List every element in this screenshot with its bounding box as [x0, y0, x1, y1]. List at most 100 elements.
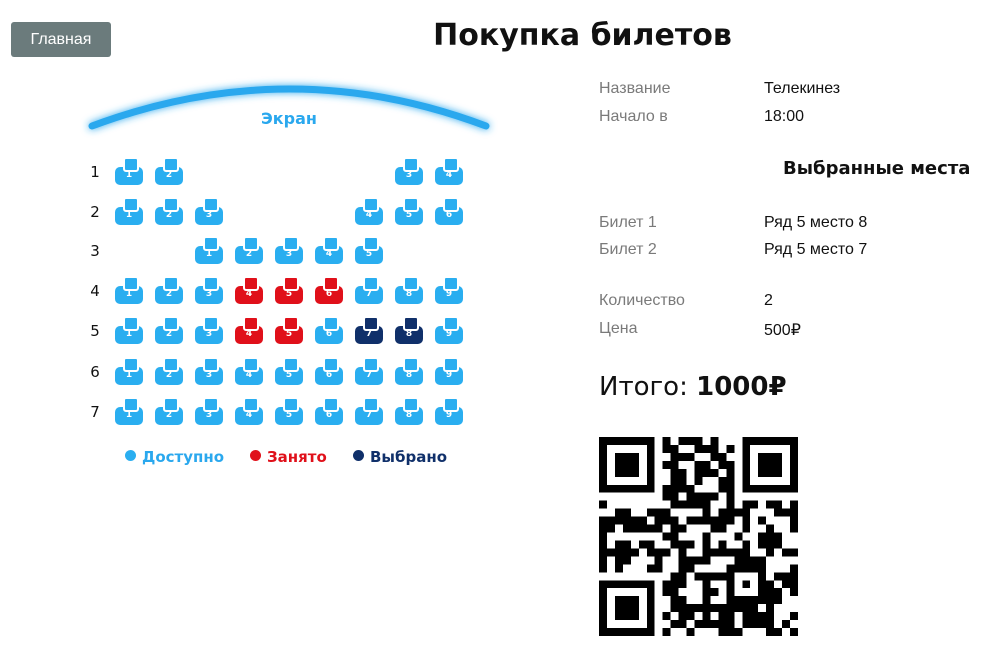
- seat-available[interactable]: 2: [155, 397, 183, 425]
- seat-available[interactable]: 1: [195, 236, 223, 264]
- selected-dot-icon: [353, 450, 364, 461]
- total-label: Итого:: [599, 372, 688, 402]
- seat-available[interactable]: 8: [395, 357, 423, 385]
- seat-number: 7: [365, 289, 373, 299]
- seat-number: 5: [365, 249, 373, 259]
- seat-number: 1: [125, 210, 133, 220]
- row-label: 2: [90, 203, 100, 221]
- seat-available[interactable]: 1: [115, 157, 143, 185]
- seat-available[interactable]: 2: [155, 276, 183, 304]
- seat-available[interactable]: 3: [395, 157, 423, 185]
- seat-available[interactable]: 6: [315, 397, 343, 425]
- seat-number: 7: [365, 329, 373, 339]
- seat-taken: 5: [275, 316, 303, 344]
- seat-number: 7: [365, 410, 373, 420]
- row-label: 7: [90, 403, 100, 421]
- seat-number: 5: [405, 210, 413, 220]
- price-label: Цена: [599, 320, 638, 337]
- seat-number: 4: [245, 370, 253, 380]
- seat-available[interactable]: 7: [355, 397, 383, 425]
- page-title: Покупка билетов: [433, 18, 732, 53]
- seat-number: 3: [205, 329, 213, 339]
- seat-number: 3: [405, 170, 413, 180]
- seat-available[interactable]: 3: [195, 357, 223, 385]
- seat-available[interactable]: 6: [315, 316, 343, 344]
- seat-available[interactable]: 5: [275, 357, 303, 385]
- seat-number: 3: [285, 249, 293, 259]
- seat-available[interactable]: 3: [195, 397, 223, 425]
- seat-available[interactable]: 9: [435, 276, 463, 304]
- seat-number: 8: [405, 289, 413, 299]
- seat-number: 1: [205, 249, 213, 259]
- seat-available[interactable]: 8: [395, 397, 423, 425]
- seat-available[interactable]: 3: [195, 276, 223, 304]
- seat-number: 1: [125, 370, 133, 380]
- qr-code-icon: [599, 437, 798, 636]
- seat-number: 5: [285, 410, 293, 420]
- seat-available[interactable]: 1: [115, 316, 143, 344]
- seat-number: 3: [205, 289, 213, 299]
- seat-available[interactable]: 3: [275, 236, 303, 264]
- seat-taken: 4: [235, 316, 263, 344]
- legend-available-label: Доступно: [142, 448, 225, 466]
- ticket-2-value: Ряд 5 место 7: [764, 241, 868, 258]
- seat-selected[interactable]: 7: [355, 316, 383, 344]
- screen-arc: [88, 85, 490, 130]
- seat-number: 2: [165, 370, 173, 380]
- seat-available[interactable]: 4: [435, 157, 463, 185]
- seat-taken: 6: [315, 276, 343, 304]
- seat-available[interactable]: 7: [355, 357, 383, 385]
- seat-available[interactable]: 4: [355, 197, 383, 225]
- legend-selected-label: Выбрано: [370, 448, 447, 466]
- seat-available[interactable]: 5: [355, 236, 383, 264]
- seat-number: 5: [285, 289, 293, 299]
- seat-available[interactable]: 9: [435, 357, 463, 385]
- ticket-2-label: Билет 2: [599, 241, 657, 258]
- seat-available[interactable]: 8: [395, 276, 423, 304]
- seat-available[interactable]: 6: [315, 357, 343, 385]
- seat-available[interactable]: 2: [155, 357, 183, 385]
- seat-number: 2: [165, 170, 173, 180]
- taken-dot-icon: [250, 450, 261, 461]
- seat-available[interactable]: 2: [235, 236, 263, 264]
- seat-available[interactable]: 4: [315, 236, 343, 264]
- seat-available[interactable]: 4: [235, 357, 263, 385]
- seat-available[interactable]: 2: [155, 316, 183, 344]
- seat-number: 8: [405, 329, 413, 339]
- seat-number: 9: [445, 370, 453, 380]
- legend-taken-label: Занято: [267, 448, 327, 466]
- seat-number: 4: [325, 249, 333, 259]
- seat-taken: 5: [275, 276, 303, 304]
- row-label: 1: [90, 163, 100, 181]
- seat-selected[interactable]: 8: [395, 316, 423, 344]
- seat-available[interactable]: 4: [235, 397, 263, 425]
- seat-available[interactable]: 9: [435, 397, 463, 425]
- seat-available[interactable]: 1: [115, 397, 143, 425]
- movie-title-label: Название: [599, 80, 671, 97]
- seat-available[interactable]: 9: [435, 316, 463, 344]
- seat-available[interactable]: 6: [435, 197, 463, 225]
- seat-number: 1: [125, 289, 133, 299]
- seat-number: 6: [325, 329, 333, 339]
- seat-number: 1: [125, 329, 133, 339]
- price-value: 500₽: [764, 322, 801, 339]
- start-time-label: Начало в: [599, 108, 668, 125]
- seat-number: 4: [245, 289, 253, 299]
- home-button[interactable]: Главная: [11, 22, 111, 57]
- seat-available[interactable]: 1: [115, 276, 143, 304]
- seat-available[interactable]: 1: [115, 197, 143, 225]
- seat-available[interactable]: 2: [155, 157, 183, 185]
- seat-available[interactable]: 5: [395, 197, 423, 225]
- seat-available[interactable]: 1: [115, 357, 143, 385]
- seat-available[interactable]: 3: [195, 197, 223, 225]
- seat-available[interactable]: 7: [355, 276, 383, 304]
- total: Итого: 1000₽: [599, 372, 787, 402]
- seat-available[interactable]: 2: [155, 197, 183, 225]
- seat-number: 6: [445, 210, 453, 220]
- seat-number: 2: [165, 329, 173, 339]
- seat-available[interactable]: 5: [275, 397, 303, 425]
- seat-available[interactable]: 3: [195, 316, 223, 344]
- seat-number: 2: [165, 410, 173, 420]
- screen-label: Экран: [261, 109, 317, 128]
- available-dot-icon: [125, 450, 136, 461]
